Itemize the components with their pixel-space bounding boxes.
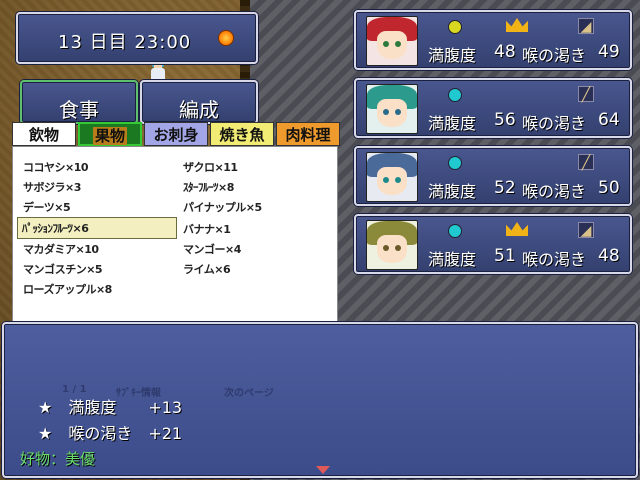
thirst-label: 喉の渇き [522,114,587,133]
gem-icon [448,20,462,34]
list-item[interactable]: サボジラ×3 [23,179,81,195]
category-tabs: 飲物 果物 お刺身 焼き魚 肉料理 [12,122,340,146]
list-item[interactable]: ライム×6 [183,261,231,277]
tab-fruits[interactable]: 果物 [78,122,142,146]
tab-grilled-fish[interactable]: 焼き魚 [210,122,274,146]
crown-icon [506,222,528,236]
favorite-label: 好物：美優 [20,450,96,468]
boot-icon: ◢ [578,222,594,239]
fullness-value: 52 [494,178,516,198]
fullness-label: 満腹度 [428,114,477,133]
party-member-3[interactable]: ╱ 満腹度 52 喉の渇き 50 [354,146,632,206]
thirst-value: 48 [598,246,620,266]
next-page-link[interactable]: 次のページ [224,384,274,399]
thirst-value: 49 [598,42,620,62]
list-item[interactable]: バナナ×1 [183,221,231,237]
tab-fruits-label: 果物 [92,127,127,145]
portrait [366,220,418,270]
list-item[interactable]: ｽﾀｰﾌﾙｰﾂ×8 [183,179,234,195]
list-item[interactable]: ザクロ×11 [183,159,238,175]
tab-meat-dishes[interactable]: 肉料理 [276,122,340,146]
party-member-2[interactable]: ╱ 満腹度 56 喉の渇き 64 [354,78,632,138]
list-item[interactable]: ココヤシ×10 [23,159,89,175]
effect-thirst: ★ 喉の渇き +21 [38,424,183,443]
tab-drinks[interactable]: 飲物 [12,122,76,146]
list-item-selected[interactable]: ﾊﾟｯｼｮﾝﾌﾙｰﾂ×6 [17,217,177,239]
portrait [366,16,418,66]
gem-icon [448,224,462,238]
fullness-value: 48 [494,42,516,62]
portrait [366,152,418,202]
item-info-window: 1 / 1 ｻﾌﾞｷｰ情報 次のページ ★ 満腹度 +13 ★ 喉の渇き +21… [2,322,638,478]
list-item[interactable]: マンゴー×4 [183,241,241,257]
party-member-1[interactable]: ◢ 満腹度 48 喉の渇き 49 [354,10,632,70]
tab-sashimi[interactable]: お刺身 [144,122,208,146]
thirst-label: 喉の渇き [522,182,587,201]
thirst-label: 喉の渇き [522,250,587,269]
list-item[interactable]: マンゴスチン×5 [23,261,103,277]
formation-button-label: 編成 [179,98,219,122]
party-member-4[interactable]: ◢ 満腹度 51 喉の渇き 48 [354,214,632,274]
sun-icon [218,30,234,46]
eat-button[interactable]: 食事 [20,80,138,124]
gem-icon [448,88,462,102]
list-item[interactable]: ローズアップル×8 [23,281,112,297]
portrait [366,84,418,134]
item-list: ココヤシ×10 ザクロ×11 サボジラ×3 ｽﾀｰﾌﾙｰﾂ×8 デーツ×5 パイ… [12,146,338,322]
boot-icon: ◢ [578,18,594,35]
eat-button-label: 食事 [59,98,99,122]
fullness-value: 56 [494,110,516,130]
effect-fullness: ★ 満腹度 +13 [38,398,183,417]
thirst-value: 50 [598,178,620,198]
fullness-label: 満腹度 [428,46,477,65]
day-time-label: 13 日目 23:00 [58,32,192,53]
gem-icon [448,156,462,170]
time-window: 13 日目 23:00 [16,12,258,64]
fullness-label: 満腹度 [428,250,477,269]
crown-icon [506,18,528,32]
formation-button[interactable]: 編成 [140,80,258,124]
list-item[interactable]: マカダミア×10 [23,241,99,257]
fullness-label: 満腹度 [428,182,477,201]
list-item[interactable]: デーツ×5 [23,199,71,215]
scroll-down-arrow-icon[interactable] [316,466,330,474]
thirst-label: 喉の渇き [522,46,587,65]
thirst-value: 64 [598,110,620,130]
fullness-value: 51 [494,246,516,266]
spear-icon: ╱ [578,154,594,171]
list-item[interactable]: パイナップル×5 [183,199,262,215]
spear-icon: ╱ [578,86,594,103]
